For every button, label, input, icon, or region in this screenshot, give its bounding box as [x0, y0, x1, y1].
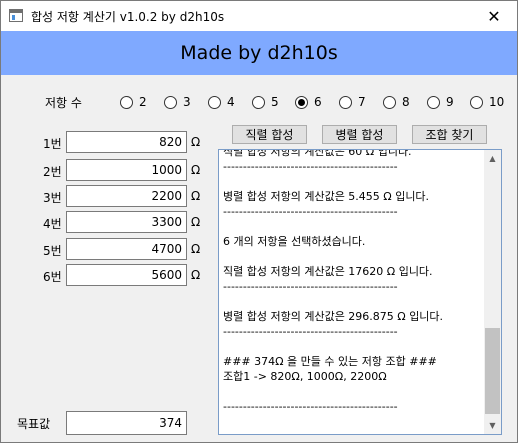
radio-label: 6 — [314, 95, 322, 109]
resistor-1-input[interactable]: 820 — [66, 131, 187, 153]
resistor-3-label: 3번 — [43, 191, 62, 205]
resistor-4-unit: Ω — [191, 215, 201, 229]
output-line: 직렬 합성 저항의 계산값은 60 Ω 입니다. — [223, 149, 412, 158]
banner: Made by d2h10s — [1, 31, 517, 75]
radio-label: 2 — [139, 95, 147, 109]
parallel-button[interactable]: 병렬 합성 — [322, 125, 397, 144]
count-radio-4[interactable]: 4 — [208, 95, 235, 109]
count-radio-9[interactable]: 9 — [427, 95, 454, 109]
scroll-up-icon[interactable]: ▲ — [484, 150, 501, 167]
output-text: 직렬 합성 저항의 계산값은 60 Ω 입니다. ----------------… — [223, 149, 481, 414]
count-radio-8[interactable]: 8 — [383, 95, 410, 109]
resistor-1-label: 1번 — [43, 137, 62, 151]
radio-circle[interactable] — [295, 95, 308, 109]
resistor-2-unit: Ω — [191, 163, 201, 177]
radio-circle[interactable] — [252, 95, 265, 109]
output-line: ----------------------------------------… — [223, 400, 398, 413]
output-textarea[interactable]: 직렬 합성 저항의 계산값은 60 Ω 입니다. ----------------… — [218, 149, 502, 435]
radio-label: 3 — [183, 95, 191, 109]
resistor-5-label: 5번 — [43, 244, 62, 258]
radio-circle[interactable] — [164, 95, 177, 109]
output-line: ----------------------------------------… — [223, 280, 398, 293]
count-radio-2[interactable]: 2 — [120, 95, 147, 109]
radio-label: 5 — [271, 95, 279, 109]
radio-label: 8 — [402, 95, 410, 109]
output-line: ----------------------------------------… — [223, 325, 398, 338]
output-line: 6 개의 저항을 선택하셨습니다. — [223, 235, 366, 248]
radio-label: 7 — [358, 95, 366, 109]
count-radio-3[interactable]: 3 — [164, 95, 191, 109]
banner-text: Made by d2h10s — [180, 42, 338, 64]
output-line: ----------------------------------------… — [223, 205, 398, 218]
resistor-4-input[interactable]: 3300 — [66, 211, 187, 233]
resistor-4-label: 4번 — [43, 217, 62, 231]
count-radio-5[interactable]: 5 — [252, 95, 279, 109]
radio-circle[interactable] — [339, 95, 352, 109]
title-bar: 합성 저항 계산기 v1.0.2 by d2h10s ✕ — [1, 1, 517, 31]
radio-circle[interactable] — [383, 95, 396, 109]
app-window: 합성 저항 계산기 v1.0.2 by d2h10s ✕ Made by d2h… — [0, 0, 518, 443]
resistor-1-unit: Ω — [191, 135, 201, 149]
radio-label: 9 — [446, 95, 454, 109]
resistor-2-input[interactable]: 1000 — [66, 159, 187, 181]
count-radio-10[interactable]: 10 — [470, 95, 504, 109]
output-line: 병렬 합성 저항의 계산값은 5.455 Ω 입니다. — [223, 190, 430, 203]
resistor-5-input[interactable]: 4700 — [66, 238, 187, 260]
radio-circle[interactable] — [120, 95, 133, 109]
count-radio-7[interactable]: 7 — [339, 95, 366, 109]
scroll-thumb[interactable] — [485, 328, 500, 414]
radio-circle[interactable] — [470, 95, 483, 109]
radio-circle[interactable] — [427, 95, 440, 109]
output-line: 조합1 -> 820Ω, 1000Ω, 2200Ω — [223, 370, 387, 383]
output-line: ----------------------------------------… — [223, 160, 398, 173]
close-button[interactable]: ✕ — [471, 1, 517, 31]
output-scrollbar[interactable]: ▲ ▼ — [484, 150, 501, 434]
resistor-2-label: 2번 — [43, 165, 62, 179]
target-label: 목표값 — [17, 417, 51, 431]
close-icon: ✕ — [487, 6, 501, 26]
target-input[interactable]: 374 — [66, 411, 187, 435]
resistor-6-input[interactable]: 5600 — [66, 264, 187, 286]
output-line: 직렬 합성 저항의 계산값은 17620 Ω 입니다. — [223, 265, 433, 278]
app-icon — [9, 9, 23, 22]
count-radio-6[interactable]: 6 — [295, 95, 322, 109]
output-line: 병렬 합성 저항의 계산값은 296.875 Ω 입니다. — [223, 310, 444, 323]
scroll-down-icon[interactable]: ▼ — [484, 417, 501, 434]
resistor-6-label: 6번 — [43, 270, 62, 284]
resistor-3-input[interactable]: 2200 — [66, 185, 187, 207]
find-combination-button[interactable]: 조합 찾기 — [412, 125, 487, 144]
output-line: ### 374Ω 을 만들 수 있는 저항 조합 ### — [223, 355, 437, 368]
window-title: 합성 저항 계산기 v1.0.2 by d2h10s — [31, 10, 225, 24]
resistor-3-unit: Ω — [191, 189, 201, 203]
resistor-6-unit: Ω — [191, 268, 201, 282]
radio-label: 10 — [489, 95, 505, 109]
radio-circle[interactable] — [208, 95, 221, 109]
series-button[interactable]: 직렬 합성 — [232, 125, 307, 144]
resistor-5-unit: Ω — [191, 242, 201, 256]
resistor-count-label: 저항 수 — [45, 96, 82, 110]
radio-label: 4 — [227, 95, 235, 109]
